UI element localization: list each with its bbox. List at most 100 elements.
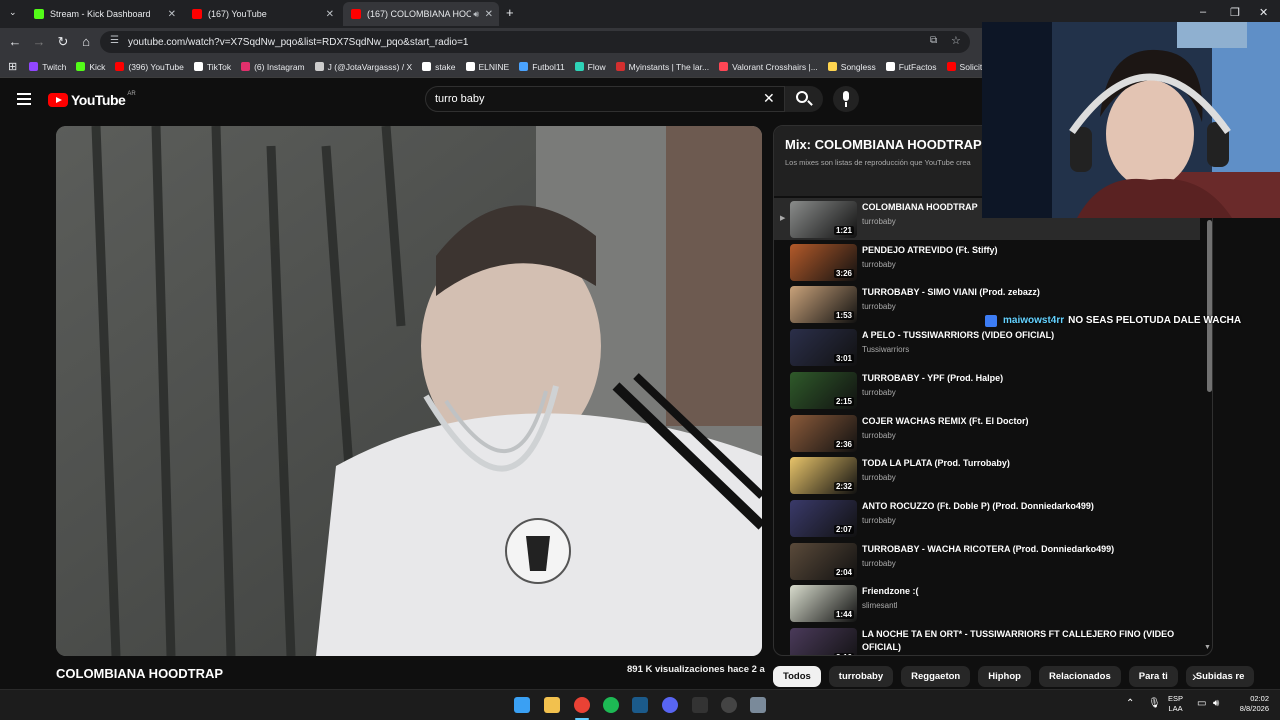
cast-icon[interactable]: ⧉ xyxy=(930,35,937,46)
playlist-item-title[interactable]: A PELO - TUSSIWARRIORS (VIDEO OFICIAL) xyxy=(862,329,1182,342)
new-tab-button[interactable]: + xyxy=(506,5,514,20)
youtube-logo[interactable]: YouTube AR xyxy=(48,91,136,108)
playlist-item[interactable]: 1:44 Friendzone :( slimesantl xyxy=(774,582,1200,624)
menu-icon[interactable] xyxy=(17,93,31,105)
window-close-icon[interactable]: ✕ xyxy=(1259,6,1268,19)
maximize-icon[interactable]: ❐ xyxy=(1230,6,1240,19)
playlist-item-channel[interactable]: turrobaby xyxy=(862,217,896,226)
playlist-thumbnail[interactable]: 2:04 xyxy=(790,543,857,580)
settings-icon[interactable] xyxy=(750,697,766,713)
tab-youtube[interactable]: (167) YouTube ✕ xyxy=(184,2,340,26)
playlist-item-channel[interactable]: turrobaby xyxy=(862,302,896,311)
reload-icon[interactable]: ↻ xyxy=(55,34,71,50)
playlist-thumbnail[interactable]: 2:15 xyxy=(790,372,857,409)
network-icon[interactable]: ▭ xyxy=(1197,698,1206,709)
playlist-thumbnail[interactable]: 3:26 xyxy=(790,244,857,281)
bookmark-item[interactable]: stake xyxy=(422,62,456,72)
tab-colombiana-hoodtrap[interactable]: (167) COLOMBIANA HOOD 🔊︎ ✕ xyxy=(343,2,499,26)
playlist-thumbnail[interactable]: 2:16 xyxy=(790,628,857,655)
bookmark-item[interactable]: TikTok xyxy=(193,62,231,72)
playlist-title[interactable]: Mix: COLOMBIANA HOODTRAP xyxy=(785,137,982,152)
home-icon[interactable]: ⌂ xyxy=(78,34,94,50)
site-info-icon[interactable]: ☰ xyxy=(110,35,119,46)
tray-overflow-icon[interactable]: ⌃ xyxy=(1126,698,1134,709)
playlist-item-title[interactable]: TURROBABY - YPF (Prod. Halpe) xyxy=(862,372,1182,385)
bookmark-item[interactable]: J (@JotaVargasss) / X xyxy=(314,62,412,72)
video-player[interactable] xyxy=(56,126,762,656)
playlist-item-channel[interactable]: Tussiwarriors xyxy=(862,345,909,354)
bookmark-item[interactable]: Solicitu xyxy=(946,62,987,72)
playlist-item[interactable]: 2:15 TURROBABY - YPF (Prod. Halpe) turroba… xyxy=(774,369,1200,411)
playlist-item-title[interactable]: TURROBABY - WACHA RICOTERA (Prod. Donnie… xyxy=(862,543,1182,556)
playlist-item-channel[interactable]: turrobaby xyxy=(862,516,896,525)
playlist-thumbnail[interactable]: 1:21 xyxy=(790,201,857,238)
volume-icon[interactable]: 🔊︎ xyxy=(1213,698,1219,709)
playlist-item-channel[interactable]: turrobaby xyxy=(862,559,896,568)
address-bar[interactable]: ☰ youtube.com/watch?v=X7SqdNw_pqo&list=R… xyxy=(100,31,970,53)
bookmark-item[interactable]: Twitch xyxy=(29,62,66,72)
playlist-item[interactable]: 2:16 LA NOCHE TA EN ORT* - TUSSIWARRIORS … xyxy=(774,625,1200,655)
filter-chip[interactable]: turrobaby xyxy=(828,666,894,687)
scroll-down-icon[interactable]: ▼ xyxy=(1204,644,1211,651)
playlist-item-title[interactable]: LA NOCHE TA EN ORT* - TUSSIWARRIORS FT C… xyxy=(862,628,1182,654)
voice-search-button[interactable] xyxy=(833,86,859,112)
playlist-thumbnail[interactable]: 1:44 xyxy=(790,585,857,622)
bookmark-item[interactable]: Valorant Crosshairs |... xyxy=(719,62,818,72)
playlist-item-channel[interactable]: turrobaby xyxy=(862,473,896,482)
bookmark-star-icon[interactable]: ☆ xyxy=(951,34,961,47)
filter-chip[interactable]: Hiphop xyxy=(978,666,1031,687)
steam-icon[interactable] xyxy=(632,697,648,713)
bookmark-item[interactable]: Myinstants | The lar... xyxy=(615,62,709,72)
playlist-thumbnail[interactable]: 1:53 xyxy=(790,286,857,323)
tray-mic-icon[interactable]: 🎙︎ xyxy=(1148,698,1161,709)
playlist-scrollbar[interactable] xyxy=(1207,220,1212,392)
tab-search-icon[interactable]: ⌄ xyxy=(9,7,17,18)
playlist-item[interactable]: 3:26 PENDEJO ATREVIDO (Ft. Stiffy) turroba… xyxy=(774,241,1200,283)
tab-close-icon[interactable]: ✕ xyxy=(326,9,334,20)
bookmark-item[interactable]: FutFactos xyxy=(885,62,937,72)
filter-chip[interactable]: Reggaeton xyxy=(901,666,971,687)
search-input[interactable]: turro baby xyxy=(425,86,785,112)
playlist-item-channel[interactable]: slimesantl xyxy=(862,601,898,610)
bookmark-item[interactable]: Songless xyxy=(827,62,876,72)
playlist-item-title[interactable]: COJER WACHAS REMIX (Ft. El Doctor) xyxy=(862,415,1182,428)
file-explorer-icon[interactable] xyxy=(544,697,560,713)
minimize-icon[interactable]: – xyxy=(1200,6,1206,18)
bookmark-item[interactable]: Flow xyxy=(574,62,606,72)
bookmark-item[interactable]: Futbol11 xyxy=(519,62,565,72)
forward-arrow-icon[interactable]: → xyxy=(31,34,47,50)
speaker-icon[interactable]: 🔊︎ xyxy=(473,9,479,20)
filter-chip[interactable]: Para ti xyxy=(1128,666,1178,687)
playlist-item-channel[interactable]: turrobaby xyxy=(862,431,896,440)
search-button[interactable] xyxy=(785,86,823,112)
system-clock[interactable]: 02:02 8/8/2026 xyxy=(1229,694,1269,714)
back-arrow-icon[interactable]: ← xyxy=(7,34,23,50)
epic-games-icon[interactable] xyxy=(692,697,708,713)
filter-chip[interactable]: Todos xyxy=(773,666,821,687)
playlist-thumbnail[interactable]: 2:36 xyxy=(790,415,857,452)
chevron-right-icon[interactable]: › xyxy=(1192,668,1197,684)
bookmark-item[interactable]: (396) YouTube xyxy=(115,62,184,72)
filter-chip[interactable]: Relacionados xyxy=(1038,666,1121,687)
windows-start-icon[interactable] xyxy=(514,697,530,713)
playlist-item-title[interactable]: ANTO ROCUZZO (Ft. Doble P) (Prod. Donnie… xyxy=(862,500,1182,513)
playlist-item-channel[interactable]: turrobaby xyxy=(862,260,896,269)
tab-kick-dashboard[interactable]: Stream - Kick Dashboard ✕ xyxy=(26,2,182,26)
playlist-item-title[interactable]: PENDEJO ATREVIDO (Ft. Stiffy) xyxy=(862,244,1182,257)
playlist-item[interactable]: 3:01 A PELO - TUSSIWARRIORS (VIDEO OFICIA… xyxy=(774,326,1200,368)
playlist-item[interactable]: 2:07 ANTO ROCUZZO (Ft. Doble P) (Prod. Do… xyxy=(774,497,1200,539)
playlist-item-title[interactable]: Friendzone :( xyxy=(862,585,1182,598)
discord-icon[interactable] xyxy=(662,697,678,713)
bookmark-item[interactable]: Kick xyxy=(76,62,105,72)
tab-close-icon[interactable]: ✕ xyxy=(485,9,493,20)
playlist-item[interactable]: 2:04 TURROBABY - WACHA RICOTERA (Prod. Do… xyxy=(774,540,1200,582)
bookmark-item[interactable]: (6) Instagram xyxy=(241,62,305,72)
chrome-icon[interactable] xyxy=(574,697,590,713)
playlist-item[interactable]: 2:32 TODA LA PLATA (Prod. Turrobaby) turro… xyxy=(774,454,1200,496)
bookmark-item[interactable]: ELNINE xyxy=(465,62,509,72)
playlist-item-title[interactable]: TURROBABY - SIMO VIANI (Prod. zebazz) xyxy=(862,286,1182,299)
playlist-item[interactable]: 2:36 COJER WACHAS REMIX (Ft. El Doctor) tu… xyxy=(774,412,1200,454)
apps-grid-icon[interactable]: ⊞ xyxy=(8,60,17,73)
playlist-item-title[interactable]: TODA LA PLATA (Prod. Turrobaby) xyxy=(862,457,1182,470)
playlist-thumbnail[interactable]: 2:32 xyxy=(790,457,857,494)
